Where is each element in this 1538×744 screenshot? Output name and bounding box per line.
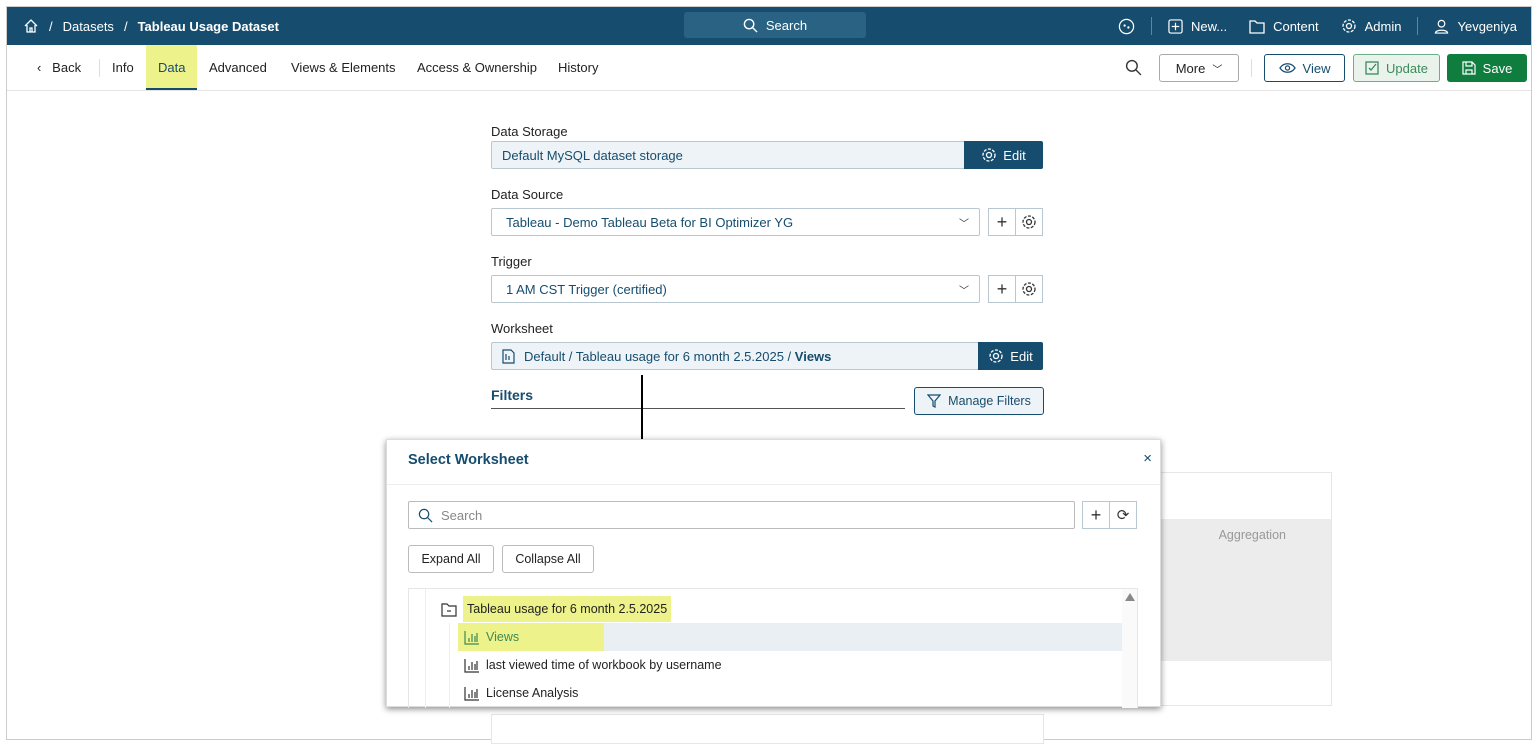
gear-icon — [989, 349, 1003, 363]
chevron-down-icon: ﹀ — [959, 285, 969, 297]
user-icon — [1435, 19, 1449, 34]
divider — [1417, 17, 1419, 35]
gear-icon — [1022, 215, 1036, 229]
tree-item[interactable]: License Analysis — [464, 679, 578, 707]
update-button[interactable]: Update — [1353, 54, 1440, 82]
select-worksheet-dialog: Select Worksheet × Search + ⟳ Expand All… — [386, 439, 1161, 708]
expand-all-button[interactable]: Expand All — [408, 545, 494, 573]
data-source-label: Data Source — [491, 187, 564, 202]
background-panel: Aggregation — [1150, 472, 1332, 706]
gear-icon — [1341, 19, 1356, 33]
collapse-all-button[interactable]: Collapse All — [502, 545, 594, 573]
search-icon[interactable] — [1125, 59, 1142, 76]
tab-views-elements[interactable]: Views & Elements — [291, 45, 396, 90]
filter-icon — [927, 394, 942, 408]
top-bar: / Datasets / Tableau Usage Dataset Searc… — [7, 7, 1531, 45]
divider — [1251, 59, 1252, 77]
divider — [1150, 17, 1152, 35]
chart-icon — [464, 630, 479, 645]
check-square-icon — [1365, 61, 1379, 75]
tab-bar: ‹ Back Info Data Advanced Views & Elemen… — [7, 45, 1531, 91]
folder-collapse-icon — [441, 602, 457, 617]
worksheet-tree: Tableau usage for 6 month 2.5.2025 Views… — [408, 588, 1138, 708]
search-icon — [743, 18, 758, 33]
more-dropdown[interactable]: More ﹀ — [1159, 54, 1239, 82]
data-storage-field: Default MySQL dataset storage — [491, 141, 965, 169]
tab-history[interactable]: History — [558, 45, 598, 90]
filters-heading: Filters — [491, 387, 905, 409]
search-icon — [418, 508, 433, 522]
scroll-up-icon[interactable] — [1124, 593, 1135, 601]
floppy-icon — [1462, 61, 1476, 75]
trigger-label: Trigger — [491, 254, 532, 269]
tab-access-ownership[interactable]: Access & Ownership — [417, 45, 537, 90]
add-worksheet-button[interactable]: + — [1082, 501, 1110, 529]
worksheet-field: Default / Tableau usage for 6 month 2.5.… — [491, 342, 979, 370]
content-button[interactable]: Content — [1249, 19, 1319, 34]
chart-icon — [464, 686, 479, 701]
close-icon[interactable]: × — [1143, 450, 1152, 467]
annotation-arrow — [641, 375, 643, 445]
dialog-title: Select Worksheet — [408, 452, 529, 468]
worksheet-label: Worksheet — [491, 321, 553, 336]
gear-icon — [1022, 282, 1036, 296]
chevron-down-icon: ﹀ — [1212, 64, 1223, 76]
gear-icon — [982, 148, 996, 162]
worksheet-edit-button[interactable]: Edit — [978, 342, 1043, 370]
tree-folder[interactable]: Tableau usage for 6 month 2.5.2025 — [441, 595, 672, 623]
home-icon[interactable] — [23, 18, 39, 34]
folder-icon — [1249, 19, 1265, 34]
data-storage-label: Data Storage — [491, 124, 568, 139]
background-panel — [491, 714, 1044, 744]
tab-data[interactable]: Data — [146, 45, 198, 90]
plus-square-icon — [1168, 18, 1183, 34]
save-button[interactable]: Save — [1447, 54, 1527, 82]
view-button[interactable]: View — [1264, 54, 1345, 82]
chevron-down-icon: ﹀ — [959, 218, 969, 230]
ai-assistant-icon[interactable] — [1118, 18, 1135, 35]
breadcrumb-current: Tableau Usage Dataset — [137, 18, 279, 34]
trigger-settings-button[interactable] — [1015, 275, 1043, 303]
worksheet-search-input[interactable]: Search — [408, 501, 1075, 529]
add-trigger-button[interactable]: + — [988, 275, 1016, 303]
worksheet-icon — [502, 348, 515, 364]
aggregation-header: Aggregation — [1151, 519, 1331, 551]
tab-info[interactable]: Info — [112, 45, 134, 90]
tab-advanced[interactable]: Advanced — [209, 45, 267, 90]
data-source-select[interactable]: Tableau - Demo Tableau Beta for BI Optim… — [491, 208, 980, 236]
refresh-icon[interactable]: ⟳ — [1109, 501, 1137, 529]
divider — [99, 59, 100, 77]
back-button[interactable]: ‹ Back — [37, 45, 81, 90]
admin-button[interactable]: Admin — [1341, 18, 1401, 34]
user-menu[interactable]: Yevgeniya — [1434, 19, 1517, 34]
add-data-source-button[interactable]: + — [988, 208, 1016, 236]
scrollbar[interactable] — [1122, 589, 1137, 708]
new-button[interactable]: New... — [1168, 19, 1227, 34]
eye-icon — [1278, 63, 1296, 73]
data-storage-edit-button[interactable]: Edit — [964, 141, 1043, 169]
breadcrumb: / Datasets / Tableau Usage Dataset — [23, 18, 279, 34]
tree-item[interactable]: last viewed time of workbook by username — [464, 651, 722, 679]
tree-item-views[interactable]: Views — [458, 623, 1123, 651]
breadcrumb-datasets[interactable]: Datasets — [63, 19, 114, 34]
manage-filters-button[interactable]: Manage Filters — [914, 387, 1044, 415]
global-search[interactable]: Search — [684, 12, 866, 38]
chart-icon — [464, 658, 479, 673]
trigger-select[interactable]: 1 AM CST Trigger (certified) ﹀ — [491, 275, 980, 303]
data-source-settings-button[interactable] — [1015, 208, 1043, 236]
